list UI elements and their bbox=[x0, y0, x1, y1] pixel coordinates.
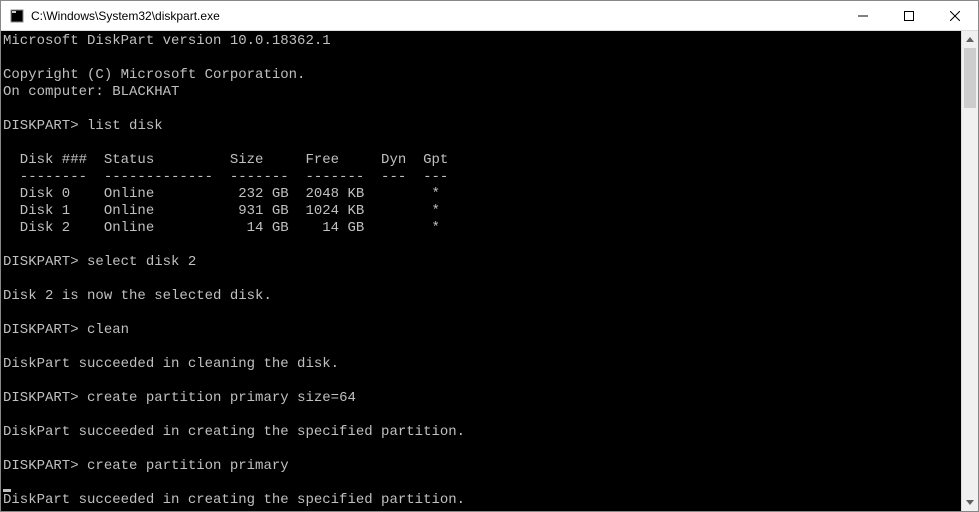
console-area: Microsoft DiskPart version 10.0.18362.1 … bbox=[1, 31, 978, 511]
scroll-down-arrow[interactable] bbox=[962, 494, 978, 511]
table-row: Disk 0 Online 232 GB 2048 KB * bbox=[3, 186, 440, 202]
copyright-line: Copyright (C) Microsoft Corporation. bbox=[3, 67, 305, 83]
msg-clean: DiskPart succeeded in cleaning the disk. bbox=[3, 356, 339, 372]
msg-create-2: DiskPart succeeded in creating the speci… bbox=[3, 492, 465, 508]
scroll-thumb[interactable] bbox=[964, 48, 976, 108]
table-divider: -------- ------------- ------- ------- -… bbox=[3, 169, 448, 185]
titlebar[interactable]: C:\Windows\System32\diskpart.exe bbox=[1, 1, 978, 31]
console-output[interactable]: Microsoft DiskPart version 10.0.18362.1 … bbox=[1, 31, 961, 511]
command-clean: clean bbox=[87, 322, 129, 338]
vertical-scrollbar[interactable] bbox=[961, 31, 978, 511]
command-create-partition-2: create partition primary bbox=[87, 458, 289, 474]
table-row: Disk 1 Online 931 GB 1024 KB * bbox=[3, 203, 440, 219]
version-line: Microsoft DiskPart version 10.0.18362.1 bbox=[3, 33, 331, 49]
close-button[interactable] bbox=[932, 1, 978, 30]
prompt: DISKPART> bbox=[3, 390, 79, 406]
table-header: Disk ### Status Size Free Dyn Gpt bbox=[3, 152, 448, 168]
table-row: Disk 2 Online 14 GB 14 GB * bbox=[3, 220, 440, 236]
scroll-up-arrow[interactable] bbox=[962, 31, 978, 48]
msg-create-1: DiskPart succeeded in creating the speci… bbox=[3, 424, 465, 440]
maximize-button[interactable] bbox=[886, 1, 932, 30]
app-icon bbox=[9, 8, 25, 24]
command-select-disk: select disk 2 bbox=[87, 254, 196, 270]
prompt: DISKPART> bbox=[3, 254, 79, 270]
command-list-disk: list disk bbox=[87, 118, 163, 134]
prompt: DISKPART> bbox=[3, 458, 79, 474]
window-buttons bbox=[840, 1, 978, 30]
prompt: DISKPART> bbox=[3, 322, 79, 338]
minimize-button[interactable] bbox=[840, 1, 886, 30]
command-create-partition-1: create partition primary size=64 bbox=[87, 390, 356, 406]
prompt: DISKPART> bbox=[3, 118, 79, 134]
computer-line: On computer: BLACKHAT bbox=[3, 84, 179, 100]
msg-selected: Disk 2 is now the selected disk. bbox=[3, 288, 272, 304]
window-title: C:\Windows\System32\diskpart.exe bbox=[31, 1, 840, 31]
